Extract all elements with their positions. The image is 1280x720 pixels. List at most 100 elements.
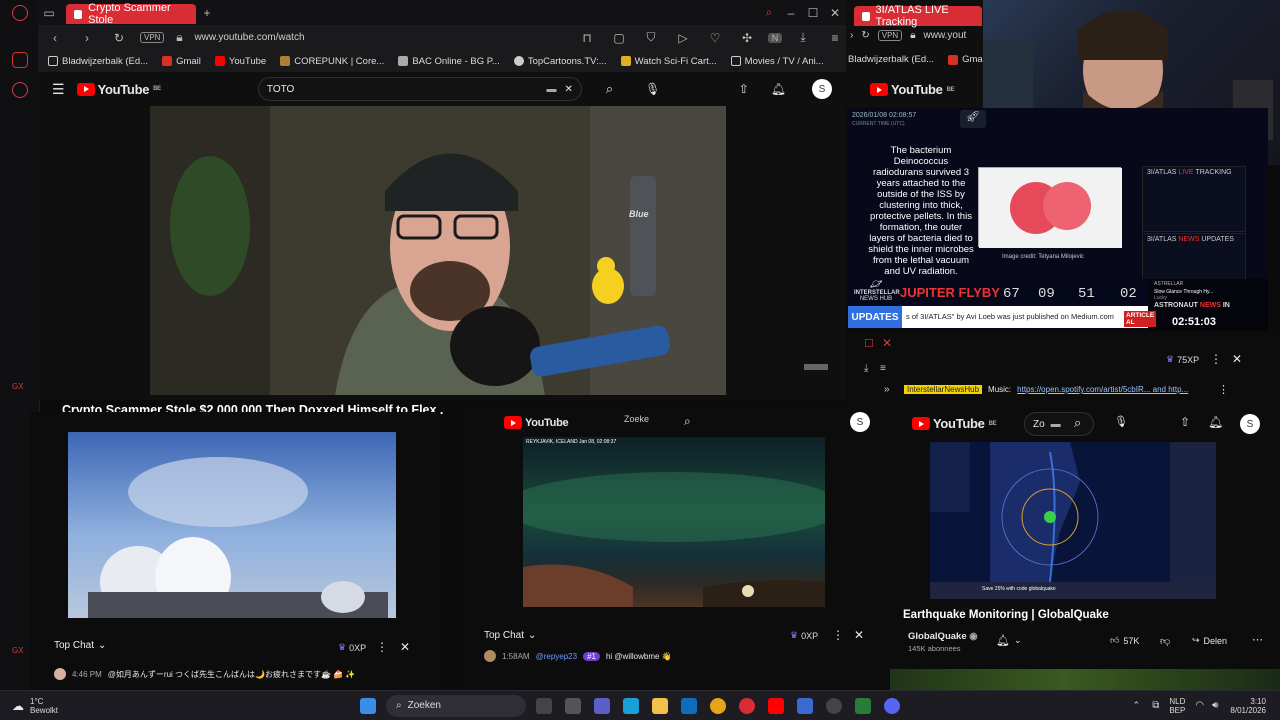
extensions-icon[interactable]: ✣ bbox=[736, 31, 758, 45]
bookmark-folder[interactable]: Bladwijzerbalk (Ed... bbox=[848, 54, 934, 65]
sidebar-bookmarks-icon[interactable] bbox=[12, 52, 28, 68]
youtube-logo[interactable]: YouTube BE bbox=[76, 82, 161, 97]
thumbs-down-icon[interactable]: 👎︎ bbox=[1160, 635, 1170, 647]
search-input[interactable]: TOTO ▬ ✕ bbox=[257, 77, 582, 101]
profile-n-icon[interactable]: N bbox=[768, 32, 782, 43]
youtube-logo[interactable]: YouTube bbox=[504, 416, 569, 429]
bookmark-topcartoons[interactable]: TopCartoons.TV:... bbox=[513, 56, 607, 67]
bookmark-movies[interactable]: Movies / TV / Ani... bbox=[730, 56, 824, 67]
tab-active[interactable]: Crypto Scammer Stole bbox=[66, 2, 196, 26]
mic-icon[interactable]: 🎙︎ bbox=[645, 82, 660, 96]
excel-icon[interactable] bbox=[855, 697, 872, 714]
bookmark-corepunk[interactable]: COREPUNK | Core... bbox=[280, 56, 384, 67]
download-icon[interactable]: ⤓ bbox=[864, 363, 868, 374]
bell-icon[interactable]: 🔔︎ bbox=[1208, 415, 1223, 429]
menu-icon[interactable]: ≡ bbox=[824, 31, 846, 45]
chat-mode-selector[interactable]: Top Chat ⌄ bbox=[484, 630, 536, 641]
heart-icon[interactable]: ♡ bbox=[704, 31, 726, 45]
calculator-icon[interactable] bbox=[565, 697, 582, 714]
chevron-up-icon[interactable]: ⌃ bbox=[1133, 700, 1141, 711]
mic-icon[interactable]: 🎙︎ bbox=[1114, 415, 1128, 428]
chrome-icon[interactable] bbox=[710, 697, 727, 714]
avatar[interactable]: S bbox=[812, 79, 832, 99]
more-icon[interactable]: ⋮ bbox=[1218, 383, 1229, 396]
chat-user[interactable]: @repyep23 bbox=[536, 652, 577, 661]
vpn-badge[interactable]: VPN bbox=[140, 32, 165, 43]
settings-icon[interactable] bbox=[826, 697, 843, 714]
news-hub-stream[interactable]: 2026/01/08 02:08:57 CURRENT TIME (UTC) 🚀… bbox=[848, 108, 1268, 330]
search-icon[interactable]: ⌕ bbox=[1074, 415, 1081, 431]
file-explorer-icon[interactable] bbox=[652, 697, 669, 714]
more-icon[interactable]: ⋮ bbox=[832, 628, 844, 642]
collapse-icon[interactable]: » bbox=[884, 384, 890, 395]
sidebar-gx-icon-bottom[interactable]: GX bbox=[12, 646, 28, 662]
calculator-app-icon[interactable] bbox=[797, 697, 814, 714]
reload-icon[interactable]: ↻ bbox=[861, 30, 869, 41]
more-icon[interactable]: ⋯ bbox=[1252, 633, 1263, 646]
search-icon[interactable]: ⌕ bbox=[606, 81, 613, 97]
telescope-stream[interactable] bbox=[68, 432, 396, 618]
forward-icon[interactable]: › bbox=[850, 30, 853, 41]
sidebar-history-icon[interactable] bbox=[12, 82, 28, 98]
search-tabs-icon[interactable]: ⌕ bbox=[758, 5, 780, 20]
back-icon[interactable]: ‹ bbox=[44, 31, 66, 45]
outlook-icon[interactable] bbox=[681, 697, 698, 714]
earthquake-map[interactable]: Save 25% with code globalquake bbox=[930, 442, 1216, 599]
edge-icon[interactable] bbox=[623, 697, 640, 714]
hamburger-icon[interactable]: ☰ bbox=[52, 81, 65, 98]
aurora-stream[interactable]: REYKJAVIK, ICELAND Jan 08, 02:08:37 bbox=[523, 437, 825, 607]
avatar[interactable]: S bbox=[1240, 414, 1260, 434]
keyboard-icon[interactable]: ▬ bbox=[547, 84, 557, 95]
bookmark-gmail[interactable]: Gmail bbox=[948, 54, 987, 65]
search-icon[interactable]: ⌕ bbox=[684, 414, 691, 429]
pin-icon[interactable]: ⊓ bbox=[576, 31, 598, 45]
menu-icon[interactable]: ≡ bbox=[880, 363, 886, 374]
shield-icon[interactable]: ⛉ bbox=[640, 30, 662, 45]
language-indicator[interactable]: NLD BEP bbox=[1169, 697, 1185, 715]
minimize-icon[interactable]: – bbox=[780, 6, 802, 20]
youtube-app-icon[interactable] bbox=[768, 697, 785, 714]
snapshot-icon[interactable]: ▢ bbox=[608, 31, 630, 45]
reload-icon[interactable]: ↻ bbox=[108, 31, 130, 45]
avatar[interactable]: S bbox=[850, 412, 870, 432]
maximize-icon[interactable]: ☐ bbox=[864, 337, 874, 350]
bookmark-folder[interactable]: Bladwijzerbalk (Ed... bbox=[48, 56, 148, 67]
discord-icon[interactable] bbox=[884, 697, 901, 714]
search-input[interactable]: Zoeke bbox=[624, 414, 649, 424]
chat-mode-selector[interactable]: Top Chat ⌄ bbox=[54, 640, 106, 651]
bell-icon[interactable]: 🔔︎ bbox=[771, 82, 786, 96]
network-icon[interactable]: ⧉ bbox=[1152, 700, 1159, 711]
maximize-icon[interactable]: ☐ bbox=[802, 6, 824, 20]
play-icon[interactable]: ▷ bbox=[672, 31, 694, 45]
tab-second[interactable]: 3I/ATLAS LIVE Tracking bbox=[854, 4, 982, 28]
youtube-logo[interactable]: YouTube BE bbox=[912, 416, 997, 431]
share-button[interactable]: ↪ Delen bbox=[1192, 635, 1227, 646]
close-chat-icon[interactable]: ✕ bbox=[400, 640, 410, 654]
teams-icon[interactable] bbox=[594, 697, 611, 714]
clock[interactable]: 3:10 8/01/2026 bbox=[1230, 697, 1266, 715]
music-link[interactable]: https://open.spotify.com/artist/5cbIR...… bbox=[1017, 385, 1188, 394]
wifi-icon[interactable]: ◠ bbox=[1195, 700, 1204, 711]
channel-name[interactable]: GlobalQuake ◉ bbox=[908, 631, 978, 642]
close-chat-icon[interactable]: ✕ bbox=[1232, 352, 1242, 366]
close-icon[interactable]: ✕ bbox=[882, 336, 892, 350]
bookmark-youtube[interactable]: YouTube bbox=[214, 56, 266, 67]
task-view-icon[interactable] bbox=[536, 697, 553, 714]
weather-widget[interactable]: ☁ 1°C Bewolkt bbox=[12, 697, 58, 715]
url-field[interactable]: www.yout bbox=[924, 30, 967, 41]
windows-start-icon[interactable] bbox=[360, 697, 377, 714]
upload-icon[interactable]: ⇧ bbox=[739, 82, 749, 96]
new-tab-icon[interactable]: + bbox=[196, 6, 218, 20]
main-video-player[interactable]: Blue bbox=[150, 106, 726, 395]
upload-icon[interactable]: ⇧ bbox=[1180, 415, 1190, 429]
bookmark-scifi[interactable]: Watch Sci-Fi Cart... bbox=[620, 56, 717, 67]
more-icon[interactable]: ⋮ bbox=[1210, 352, 1222, 366]
opera-logo-icon[interactable] bbox=[12, 5, 28, 21]
forward-icon[interactable]: › bbox=[76, 31, 98, 45]
url-field[interactable]: www.youtube.com/watch bbox=[194, 32, 304, 43]
chevron-down-icon[interactable]: ⌄ bbox=[1014, 635, 1022, 646]
bookmark-bac[interactable]: BAC Online - BG P... bbox=[398, 56, 500, 67]
workspace-icon[interactable]: ▭ bbox=[38, 6, 60, 20]
search-input[interactable]: Zo ▬ bbox=[1024, 412, 1094, 436]
volume-icon[interactable]: 🔊︎ bbox=[1212, 700, 1218, 711]
